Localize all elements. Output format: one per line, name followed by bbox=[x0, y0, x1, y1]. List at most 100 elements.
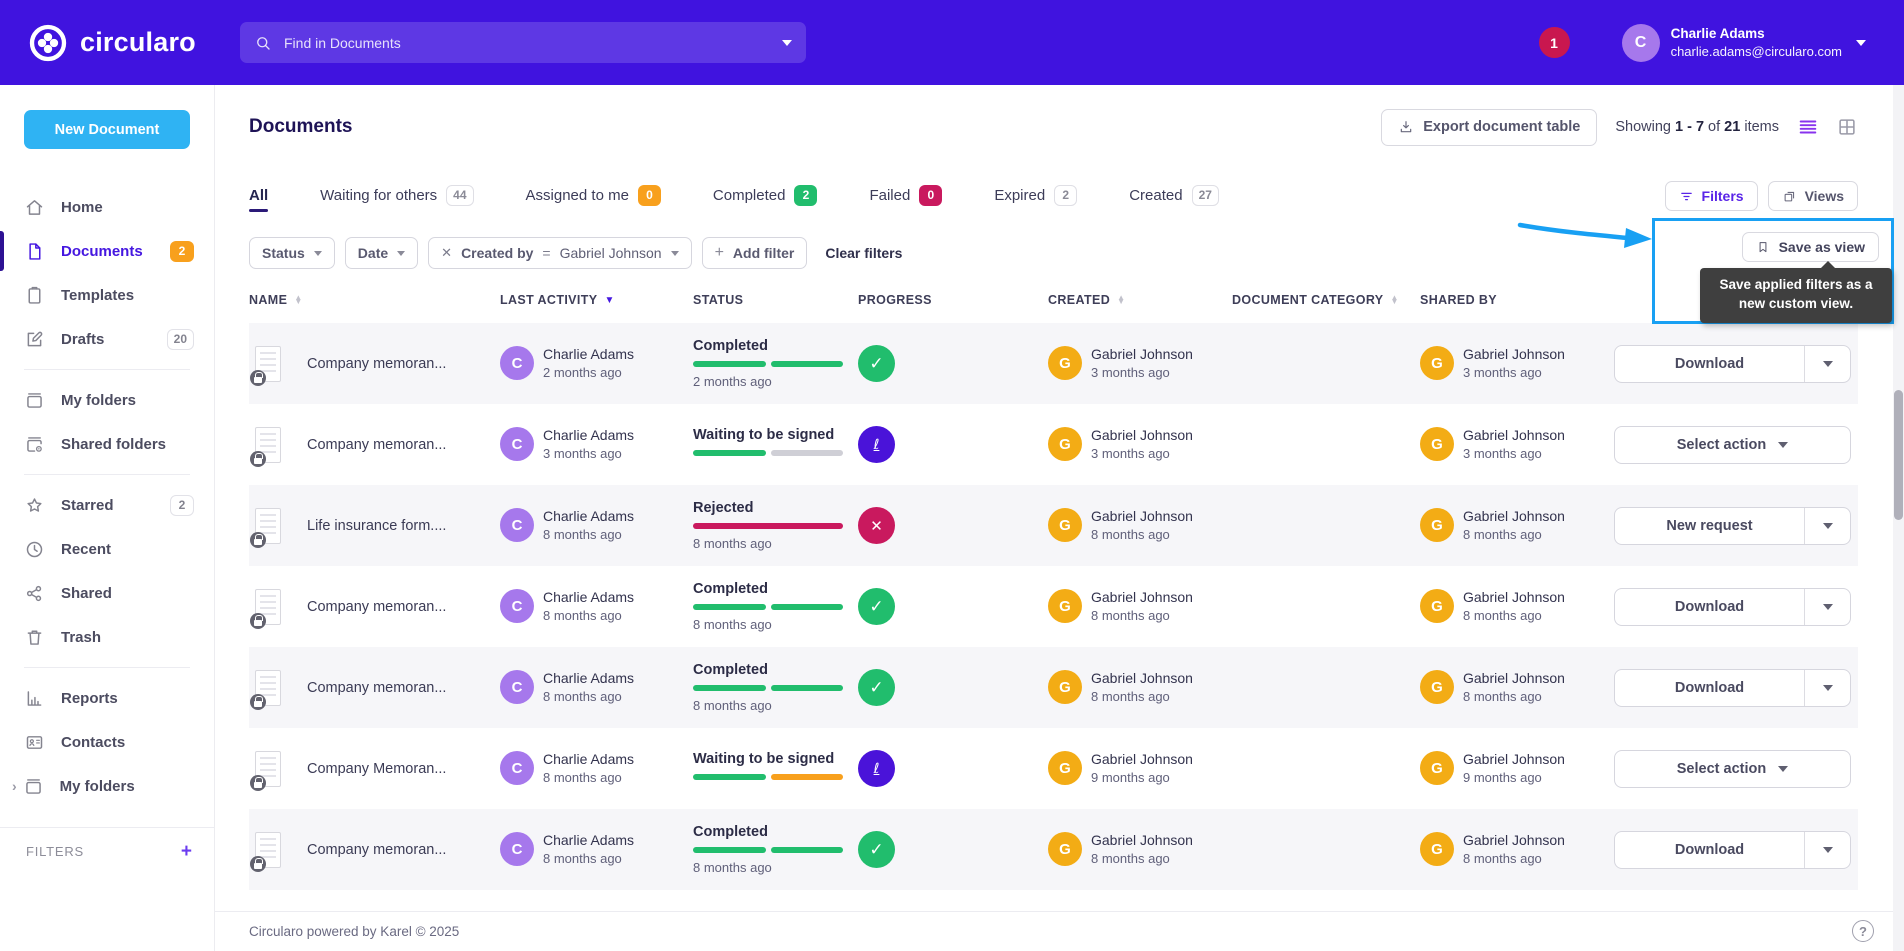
user-avatar[interactable]: C bbox=[1621, 23, 1660, 62]
chevron-down-icon[interactable] bbox=[1778, 441, 1789, 448]
chevron-down-icon[interactable] bbox=[1804, 669, 1850, 706]
sidebar-item-label: My folders bbox=[59, 777, 135, 795]
tab-label: Created bbox=[1129, 186, 1183, 204]
chevron-down-icon[interactable] bbox=[1804, 345, 1850, 382]
lock-icon bbox=[250, 774, 266, 791]
column-header[interactable]: DOCUMENT CATEGORY ▲ ▼ bbox=[1232, 293, 1420, 307]
document-name[interactable]: Life insurance form.... bbox=[307, 518, 446, 534]
document-icon bbox=[250, 507, 281, 548]
tab[interactable]: Waiting for others 44 bbox=[320, 184, 474, 214]
created-by-filter-pill[interactable]: ✕ Created by = Gabriel Johnson bbox=[428, 237, 692, 269]
chevron-down-icon bbox=[397, 250, 406, 256]
tab[interactable]: Expired 2 bbox=[994, 184, 1078, 214]
sidebar-item[interactable]: Templates bbox=[0, 273, 214, 317]
sort-icon[interactable]: ▲ ▼ bbox=[1117, 293, 1125, 305]
export-document-table-button[interactable]: Export document table bbox=[1381, 108, 1598, 146]
table-row[interactable]: Company memoran... C Charlie Adams 8 mont… bbox=[249, 809, 1858, 890]
tab[interactable]: Assigned to me 0 bbox=[526, 184, 661, 214]
date-filter-pill[interactable]: Date bbox=[344, 237, 419, 269]
sidebar-item[interactable]: › My folders bbox=[0, 764, 214, 808]
grid-view-icon[interactable] bbox=[1836, 116, 1858, 138]
sidebar-item[interactable]: Documents 2 bbox=[0, 229, 214, 273]
status-filter-pill[interactable]: Status bbox=[249, 237, 335, 269]
sidebar-item[interactable]: Shared bbox=[0, 571, 214, 615]
add-saved-filter-icon[interactable]: + bbox=[181, 842, 192, 861]
search-input[interactable] bbox=[284, 34, 782, 51]
row-action-button[interactable]: Select action bbox=[1614, 749, 1851, 788]
sidebar-item[interactable]: My folders bbox=[0, 378, 214, 422]
new-document-button[interactable]: New Document bbox=[24, 110, 190, 149]
sort-desc-icon[interactable]: ▼ bbox=[604, 295, 614, 306]
sidebar-item[interactable]: Trash bbox=[0, 615, 214, 659]
document-name[interactable]: Company memoran... bbox=[307, 842, 446, 858]
table-row[interactable]: Life insurance form.... C Charlie Adams 8… bbox=[249, 485, 1858, 566]
user-menu-chevron-icon[interactable] bbox=[1856, 39, 1866, 46]
sidebar-item[interactable]: Recent bbox=[0, 527, 214, 571]
sidebar-item[interactable]: Starred 2 bbox=[0, 483, 214, 527]
document-name[interactable]: Company memoran... bbox=[307, 599, 446, 615]
column-header[interactable]: STATUS bbox=[693, 293, 858, 307]
tab-count-badge: 0 bbox=[637, 184, 661, 206]
column-header-label: LAST ACTIVITY bbox=[500, 293, 598, 307]
table-row[interactable]: Company memoran... C Charlie Adams 2 mont… bbox=[249, 323, 1858, 404]
row-action-button[interactable]: Download bbox=[1614, 830, 1851, 869]
list-view-icon[interactable] bbox=[1797, 116, 1819, 138]
column-header[interactable]: NAME ▲ ▼ bbox=[249, 293, 500, 307]
user-info[interactable]: Charlie Adams charlie.adams@circularo.co… bbox=[1671, 25, 1842, 61]
column-header[interactable]: PROGRESS bbox=[858, 293, 1048, 307]
row-action-button[interactable]: New request bbox=[1614, 506, 1851, 545]
status-badge-icon bbox=[858, 669, 895, 706]
sidebar-item[interactable]: Contacts bbox=[0, 720, 214, 764]
search-scope-chevron-icon[interactable] bbox=[782, 39, 792, 46]
chevron-down-icon[interactable] bbox=[1804, 588, 1850, 625]
row-action-button[interactable]: Select action bbox=[1614, 425, 1851, 464]
tab[interactable]: Failed 0 bbox=[869, 184, 943, 214]
column-header[interactable]: SHARED BY bbox=[1420, 293, 1614, 307]
tab[interactable]: All bbox=[249, 187, 269, 212]
chevron-right-icon[interactable]: › bbox=[12, 778, 17, 794]
sort-icon[interactable]: ▲ ▼ bbox=[1391, 293, 1399, 305]
chevron-down-icon[interactable] bbox=[1778, 765, 1789, 772]
logo[interactable]: circularo bbox=[28, 0, 196, 85]
filters-button[interactable]: Filters bbox=[1664, 181, 1758, 211]
add-filter-button[interactable]: + Add filter bbox=[701, 237, 808, 269]
table-row[interactable]: Company memoran... C Charlie Adams 8 mont… bbox=[249, 566, 1858, 647]
sidebar-divider bbox=[24, 667, 190, 668]
save-as-view-button[interactable]: Save as view bbox=[1741, 232, 1879, 262]
footer: Circularo powered by Karel © 2025 bbox=[215, 911, 1904, 951]
scrollbar-track[interactable] bbox=[1893, 85, 1904, 951]
avatar: G bbox=[1048, 427, 1082, 462]
notification-badge[interactable]: 1 bbox=[1538, 27, 1570, 58]
tab[interactable]: Completed 2 bbox=[713, 184, 818, 214]
tab[interactable]: Created 27 bbox=[1129, 184, 1219, 214]
document-name[interactable]: Company memoran... bbox=[307, 437, 446, 453]
table-header: NAME ▲ ▼ LAST ACTIVITY ▼ STATUS PROGRESS … bbox=[249, 293, 1858, 323]
document-name[interactable]: Company Memoran... bbox=[307, 761, 446, 777]
scrollbar-thumb[interactable] bbox=[1894, 390, 1903, 520]
table-row[interactable]: Company memoran... C Charlie Adams 8 mont… bbox=[249, 647, 1858, 728]
chevron-down-icon[interactable] bbox=[1804, 507, 1850, 544]
sidebar-item[interactable]: Reports bbox=[0, 676, 214, 720]
table-row[interactable]: Company Memoran... C Charlie Adams 8 mont… bbox=[249, 728, 1858, 809]
help-button[interactable]: ? bbox=[1852, 920, 1874, 942]
created-time: 8 months ago bbox=[1091, 608, 1170, 624]
global-search[interactable] bbox=[240, 22, 806, 63]
row-action-button[interactable]: Download bbox=[1614, 587, 1851, 626]
activity-time: 3 months ago bbox=[543, 446, 622, 462]
column-header-label: STATUS bbox=[693, 293, 744, 307]
document-name[interactable]: Company memoran... bbox=[307, 680, 446, 696]
sidebar-item[interactable]: Shared folders bbox=[0, 422, 214, 466]
sidebar-item[interactable]: Drafts 20 bbox=[0, 317, 214, 361]
row-action-button[interactable]: Download bbox=[1614, 344, 1851, 383]
document-name[interactable]: Company memoran... bbox=[307, 356, 446, 372]
views-button[interactable]: Views bbox=[1767, 181, 1858, 211]
table-row[interactable]: Company memoran... C Charlie Adams 3 mont… bbox=[249, 404, 1858, 485]
clear-filters-button[interactable]: Clear filters bbox=[825, 245, 902, 261]
column-header[interactable]: LAST ACTIVITY ▼ bbox=[500, 293, 693, 307]
remove-filter-icon[interactable]: ✕ bbox=[441, 245, 452, 261]
column-header[interactable]: CREATED ▲ ▼ bbox=[1048, 293, 1232, 307]
row-action-button[interactable]: Download bbox=[1614, 668, 1851, 707]
sidebar-item[interactable]: Home bbox=[0, 185, 214, 229]
chevron-down-icon[interactable] bbox=[1804, 831, 1850, 868]
sort-icon[interactable]: ▲ ▼ bbox=[294, 293, 302, 305]
